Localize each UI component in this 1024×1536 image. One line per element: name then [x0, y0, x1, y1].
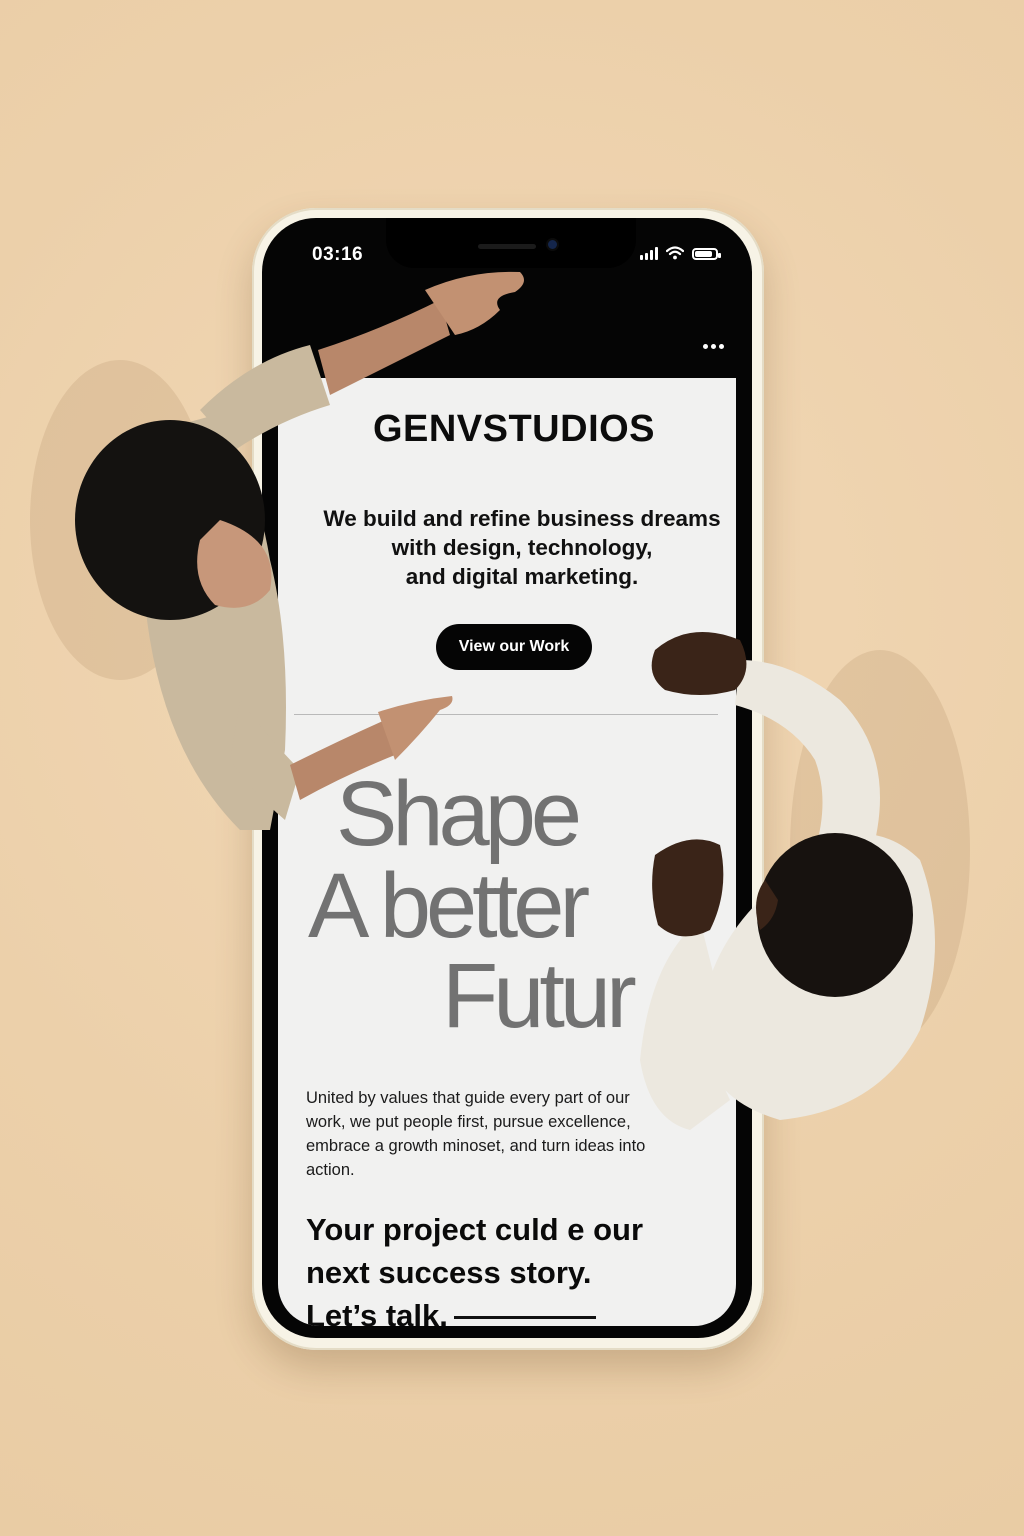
web-page: GENVSTUDIOS We build and refine business… [278, 378, 736, 1326]
divider [294, 714, 718, 715]
contact-heading: Your project culd e our next success sto… [306, 1208, 726, 1326]
brand-logo[interactable]: GENVSTUDIOS [278, 408, 736, 451]
phone-screen: 03:16 GENVSTUDIOS We build and refine bu… [262, 218, 752, 1338]
view-work-button[interactable]: View our Work [436, 624, 592, 670]
battery-level [695, 251, 712, 257]
person-right-shadow [790, 650, 970, 1050]
tagline-line: and digital marketing. [405, 564, 639, 589]
status-bar: 03:16 [262, 218, 752, 290]
tagline: We build and refine business dreams with… [302, 504, 736, 591]
status-icons [640, 246, 721, 260]
hero-line: A better [308, 855, 590, 957]
person-left-shadow [30, 360, 210, 680]
values-paragraph: United by values that guide every part o… [306, 1089, 646, 1179]
lets-talk-underline [454, 1316, 596, 1319]
battery-icon [692, 248, 721, 260]
front-camera [548, 240, 557, 249]
more-icon[interactable] [703, 344, 724, 349]
notch [386, 218, 636, 268]
hero-line: Futur [442, 945, 637, 1047]
contact-line: Your project culd e our [306, 1212, 644, 1247]
person-left-hair [75, 420, 265, 620]
status-time: 03:16 [312, 244, 364, 265]
hero-line: Shape [336, 763, 582, 865]
tagline-line: with design, technology, [391, 535, 653, 560]
person-right-head [757, 833, 913, 997]
photo-background: 03:16 GENVSTUDIOS We build and refine bu… [0, 0, 1024, 1536]
lets-talk-link[interactable]: Let’s talk. [306, 1294, 726, 1326]
signal-icon [640, 247, 658, 260]
speaker [478, 244, 536, 249]
wifi-icon [666, 246, 684, 260]
tagline-line: We build and refine business dreams [323, 506, 721, 531]
contact-line: next success story. [306, 1255, 592, 1290]
